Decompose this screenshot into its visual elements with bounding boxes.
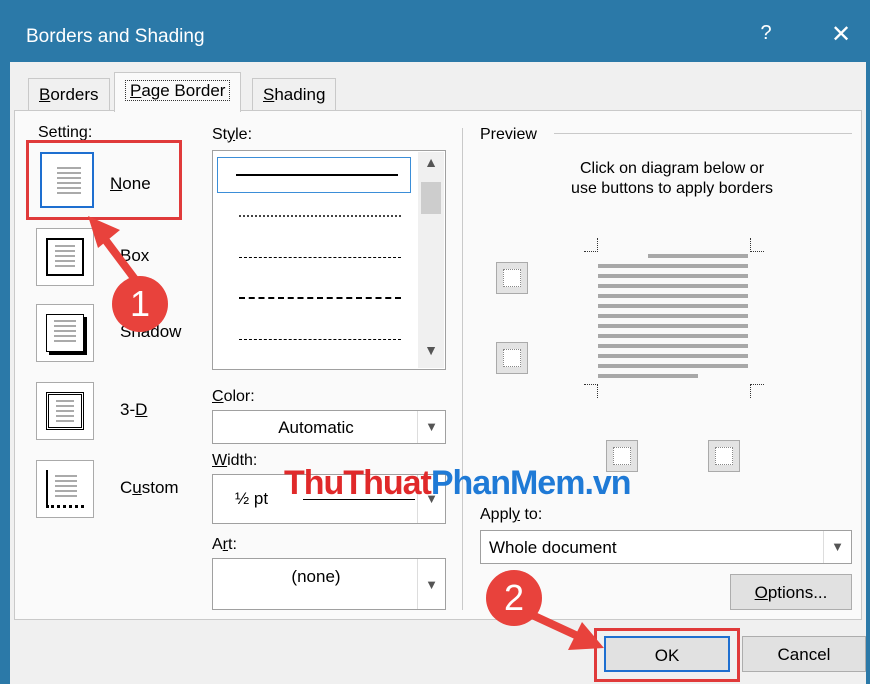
dialog-title: Borders and Shading — [26, 26, 205, 47]
highlight-box-none — [26, 140, 182, 220]
color-dropdown[interactable]: Automatic ▼ — [212, 410, 446, 444]
width-value: ½ pt — [235, 489, 269, 508]
page-box-icon — [46, 238, 84, 276]
setting-custom-thumbnail — [36, 460, 94, 518]
setting-3d-thumbnail — [36, 382, 94, 440]
top-border-button[interactable] — [496, 262, 528, 294]
style-option-dash[interactable] — [221, 285, 407, 313]
apply-to-label: Apply to: — [480, 506, 543, 523]
bottom-border-button[interactable] — [496, 342, 528, 374]
apply-to-dropdown[interactable]: Whole document ▼ — [480, 530, 852, 564]
title-bar: Borders and Shading ? ✕ — [0, 0, 870, 62]
art-value: (none) — [291, 567, 341, 586]
style-listbox[interactable] — [212, 150, 446, 370]
page-3d-icon — [46, 392, 84, 430]
style-scrollbar[interactable]: ▲ ▼ — [418, 152, 444, 368]
cancel-button[interactable]: Cancel — [742, 636, 866, 672]
setting-custom-label: Custom — [120, 478, 179, 497]
scroll-thumb[interactable] — [421, 182, 441, 214]
style-label: Style: — [212, 126, 253, 143]
highlight-box-ok — [594, 628, 740, 682]
apply-to-value: Whole document — [489, 538, 617, 557]
step-badge-2: 2 — [486, 570, 542, 626]
tab-borders[interactable]: Borders — [28, 78, 110, 110]
scroll-down-icon[interactable]: ▼ — [418, 342, 444, 368]
help-button[interactable]: ? — [752, 22, 780, 50]
page-custom-icon — [46, 470, 84, 508]
preview-divider — [554, 133, 852, 134]
color-label: Color: — [212, 388, 255, 405]
setting-3d[interactable]: 3-D — [24, 376, 176, 440]
right-border-icon — [715, 447, 733, 465]
preview-hint-line1: Click on diagram below or — [579, 160, 765, 177]
watermark: ThuThuatPhanMem.vn — [284, 464, 632, 502]
right-border-button[interactable] — [708, 440, 740, 472]
preview-diagram[interactable] — [580, 236, 770, 402]
setting-custom[interactable]: Custom — [24, 454, 179, 518]
style-option-small-dash[interactable] — [221, 245, 407, 273]
preview-hint-line2: use buttons to apply borders — [571, 180, 773, 197]
window-frame-right — [866, 62, 870, 684]
options-button[interactable]: Options... — [730, 574, 852, 610]
chevron-down-icon[interactable]: ▼ — [417, 559, 445, 609]
style-option-dotted[interactable] — [221, 203, 407, 231]
chevron-down-icon[interactable]: ▼ — [417, 411, 445, 443]
tab-shading[interactable]: Shading — [252, 78, 337, 110]
art-dropdown[interactable]: (none) ▼ — [212, 558, 446, 610]
section-divider — [462, 128, 463, 610]
color-value: Automatic — [278, 418, 354, 437]
scroll-up-icon[interactable]: ▲ — [418, 154, 444, 180]
step-badge-1: 1 — [112, 276, 168, 332]
width-label: Width: — [212, 452, 258, 469]
close-button[interactable]: ✕ — [826, 20, 856, 50]
tab-page-border[interactable]: Page Border — [114, 72, 242, 112]
setting-shadow-thumbnail — [36, 304, 94, 362]
style-option-solid[interactable] — [217, 157, 411, 193]
chevron-down-icon[interactable]: ▼ — [823, 531, 851, 563]
left-border-icon — [613, 447, 631, 465]
top-border-icon — [503, 269, 521, 287]
tab-page-border-label: Page Border — [125, 80, 231, 101]
art-label: Art: — [212, 536, 237, 553]
preview-label: Preview — [480, 126, 537, 143]
window-frame-left — [0, 62, 10, 684]
style-option-dash-dot[interactable] — [221, 327, 407, 355]
bottom-border-icon — [503, 349, 521, 367]
setting-3d-label: 3-D — [120, 400, 148, 419]
page-shadow-icon — [46, 314, 84, 352]
